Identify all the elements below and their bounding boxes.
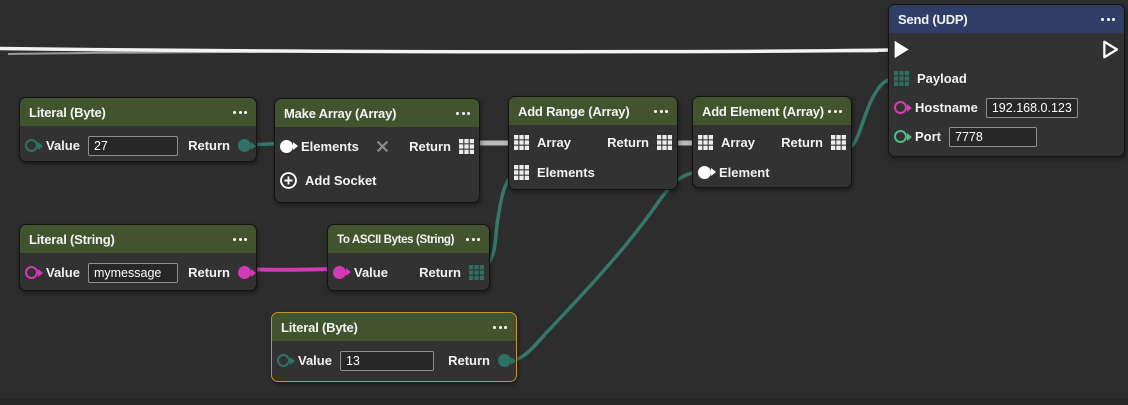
hostname-label: Hostname (915, 100, 978, 115)
exec-wire (0, 49, 892, 52)
return-output-port[interactable] (238, 266, 251, 279)
menu-icon[interactable] (462, 238, 480, 241)
array-input-port[interactable] (698, 135, 713, 150)
node-title: Literal (String) (29, 232, 115, 247)
canvas-bottom-edge (0, 399, 1128, 405)
node-literal-string[interactable]: Literal (String) Value Return (19, 224, 257, 291)
port-input[interactable] (949, 127, 1037, 147)
node-header[interactable]: Add Range (Array) (509, 97, 677, 125)
remove-socket-icon[interactable] (376, 140, 389, 153)
value-input[interactable] (88, 136, 178, 156)
node-add-range[interactable]: Add Range (Array) Array Return Elements (508, 96, 678, 190)
node-header[interactable]: Literal (Byte) (20, 98, 256, 126)
node-title: Make Array (Array) (284, 106, 396, 121)
menu-icon[interactable] (489, 326, 507, 329)
value-label: Value (46, 138, 80, 153)
node-title: Send (UDP) (898, 12, 968, 27)
node-title: Literal (Byte) (29, 105, 106, 120)
port-input-port[interactable] (894, 130, 907, 143)
exec-in-port[interactable] (894, 40, 910, 59)
node-header[interactable]: To ASCII Bytes (String) (328, 225, 489, 253)
return-label: Return (188, 265, 230, 280)
element-input-port[interactable] (698, 166, 711, 179)
return-output-port[interactable] (831, 135, 846, 150)
node-add-element[interactable]: Add Element (Array) Array Return Element (692, 96, 852, 188)
return-output-port[interactable] (459, 139, 474, 154)
node-header[interactable]: Literal (String) (20, 225, 256, 253)
value-input-port[interactable] (25, 139, 38, 152)
value-label: Value (354, 265, 388, 280)
menu-icon[interactable] (452, 112, 470, 115)
array-label: Array (537, 135, 571, 150)
menu-icon[interactable] (824, 110, 842, 113)
array-input-port[interactable] (514, 135, 529, 150)
port-label: Port (915, 129, 941, 144)
add-socket-icon[interactable] (280, 172, 297, 189)
return-label: Return (607, 135, 649, 150)
return-label: Return (409, 139, 451, 154)
menu-icon[interactable] (650, 110, 668, 113)
return-label: Return (188, 138, 230, 153)
elements-input-port[interactable] (514, 165, 529, 180)
node-header[interactable]: Make Array (Array) (275, 99, 479, 127)
node-header[interactable]: Send (UDP) (889, 5, 1124, 33)
value-input-port[interactable] (333, 266, 346, 279)
payload-label: Payload (917, 71, 967, 86)
add-socket-label[interactable]: Add Socket (305, 173, 377, 188)
elements-label: Elements (301, 139, 359, 154)
exec-out-port[interactable] (1103, 40, 1119, 59)
return-output-port[interactable] (469, 265, 484, 280)
node-make-array[interactable]: Make Array (Array) Elements Return Add S… (274, 98, 480, 203)
return-output-port[interactable] (498, 354, 511, 367)
payload-input-port[interactable] (894, 71, 909, 86)
elements-input-port[interactable] (280, 140, 293, 153)
value-input-port[interactable] (25, 266, 38, 279)
value-label: Value (46, 265, 80, 280)
value-input[interactable] (340, 351, 434, 371)
node-title: Add Element (Array) (702, 104, 824, 119)
hostname-input-port[interactable] (894, 101, 907, 114)
hostname-input[interactable] (986, 98, 1078, 118)
node-graph-canvas[interactable]: Literal (Byte) Value Return Make Array (… (0, 0, 1128, 405)
node-send-udp[interactable]: Send (UDP) Payload Hostname Port (888, 4, 1125, 157)
value-input-port[interactable] (277, 354, 290, 367)
node-title: Literal (Byte) (281, 320, 358, 335)
node-header[interactable]: Add Element (Array) (693, 97, 851, 125)
return-output-port[interactable] (238, 139, 251, 152)
return-label: Return (419, 265, 461, 280)
elements-label: Elements (537, 165, 595, 180)
menu-icon[interactable] (1097, 18, 1115, 21)
node-title: To ASCII Bytes (String) (337, 233, 454, 246)
element-label: Element (719, 165, 770, 180)
menu-icon[interactable] (229, 111, 247, 114)
value-input[interactable] (88, 263, 178, 283)
return-label: Return (448, 353, 490, 368)
node-to-ascii-bytes[interactable]: To ASCII Bytes (String) Value Return (327, 224, 490, 291)
node-title: Add Range (Array) (518, 104, 629, 119)
return-label: Return (781, 135, 823, 150)
node-header[interactable]: Literal (Byte) (272, 313, 516, 341)
menu-icon[interactable] (229, 238, 247, 241)
return-output-port[interactable] (657, 135, 672, 150)
node-literal-byte-27[interactable]: Literal (Byte) Value Return (19, 97, 257, 162)
wire-literalbyte13-to-element (504, 172, 702, 361)
value-label: Value (298, 353, 332, 368)
node-literal-byte-13[interactable]: Literal (Byte) Value Return (271, 312, 517, 382)
array-label: Array (721, 135, 755, 150)
